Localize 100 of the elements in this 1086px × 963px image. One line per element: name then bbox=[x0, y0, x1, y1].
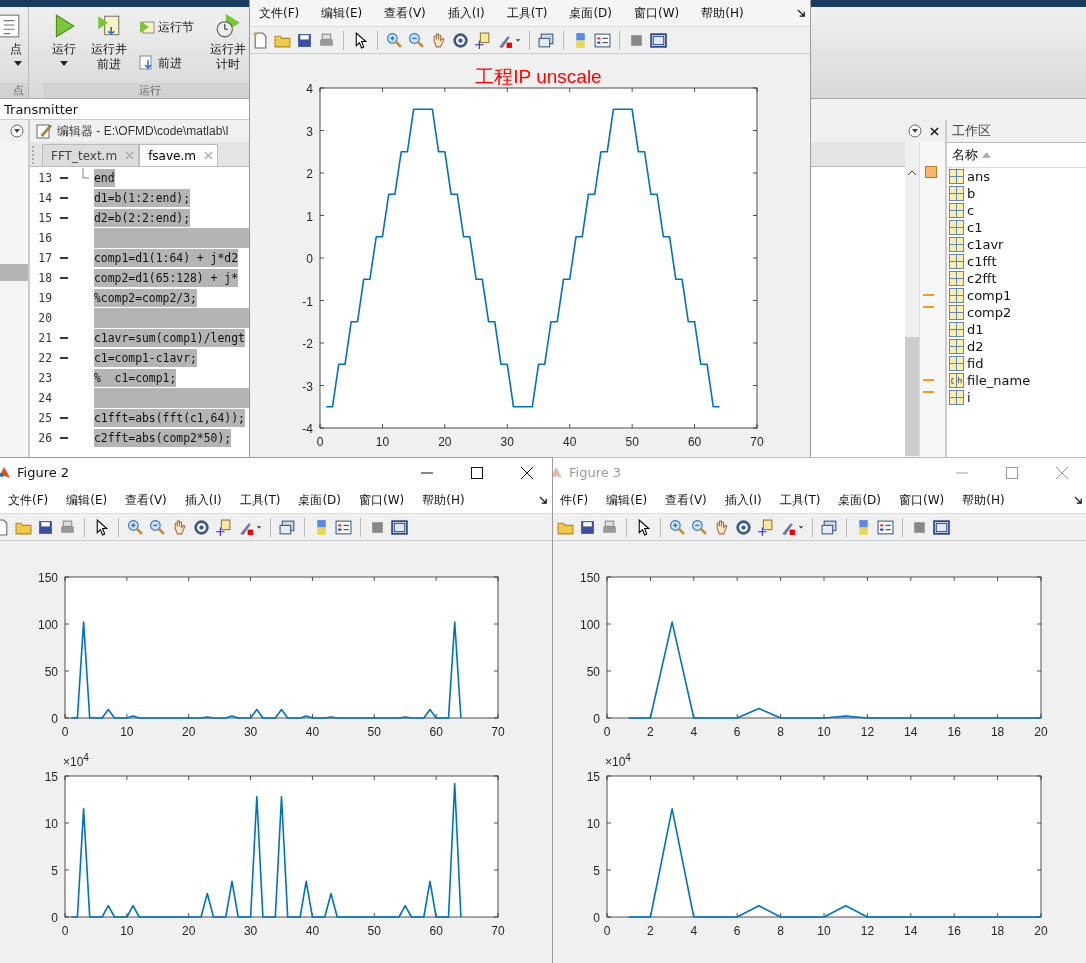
tick-label: 60 bbox=[687, 435, 702, 449]
zoom-out-icon[interactable] bbox=[408, 31, 425, 49]
dock-arrow-icon[interactable] bbox=[797, 8, 806, 18]
menu-item[interactable]: 帮助(H) bbox=[692, 4, 744, 22]
zoom-in-icon[interactable] bbox=[386, 31, 403, 49]
sort-icon[interactable] bbox=[982, 152, 991, 158]
link-icon[interactable] bbox=[538, 31, 555, 49]
scroll-up-icon[interactable] bbox=[908, 170, 916, 175]
data-cursor-icon[interactable] bbox=[215, 518, 232, 536]
ribbon-button[interactable]: 点 bbox=[0, 9, 22, 66]
close-icon[interactable] bbox=[930, 126, 939, 136]
tick-label: 60 bbox=[429, 924, 443, 938]
ribbon-button[interactable]: 运行 bbox=[49, 9, 80, 66]
warning-marker[interactable] bbox=[923, 379, 934, 381]
save-icon[interactable] bbox=[296, 31, 313, 49]
tick-label: 0 bbox=[61, 924, 69, 938]
menu-item[interactable]: 桌面(D) bbox=[560, 4, 612, 22]
legend-icon[interactable] bbox=[594, 31, 611, 49]
warning-marker[interactable] bbox=[923, 294, 934, 296]
warning-marker[interactable] bbox=[923, 391, 934, 393]
scrollbar-thumb[interactable] bbox=[905, 337, 919, 456]
menu-item[interactable]: 件(F) bbox=[551, 492, 598, 509]
link-icon[interactable] bbox=[279, 518, 296, 536]
file-tab[interactable]: fsave.m bbox=[139, 144, 218, 166]
menu-item[interactable]: 帮助(H) bbox=[413, 492, 474, 509]
tick-label: 150 bbox=[579, 571, 600, 585]
variable-name[interactable]: comp2 bbox=[967, 305, 1012, 320]
rotate-icon[interactable] bbox=[735, 518, 752, 536]
panel-menu-icon[interactable] bbox=[908, 124, 922, 138]
variable-name[interactable]: d2 bbox=[967, 339, 984, 354]
variable-name[interactable]: c1fft bbox=[967, 254, 997, 269]
menu-item[interactable]: 编辑(E) bbox=[57, 492, 117, 509]
variable-name[interactable]: d1 bbox=[967, 322, 984, 337]
tick-label: 60 bbox=[429, 725, 443, 739]
data-cursor-icon[interactable] bbox=[757, 518, 774, 536]
variable-name[interactable]: c1 bbox=[967, 220, 983, 235]
tick-label: 3 bbox=[306, 124, 313, 139]
variable-name[interactable]: fid bbox=[967, 356, 984, 371]
tick-label: 6 bbox=[733, 924, 741, 938]
ribbon-button[interactable]: 运行节 bbox=[139, 19, 199, 35]
variable-name[interactable]: c2fft bbox=[967, 271, 997, 286]
ribbon-button[interactable]: 前进 bbox=[139, 55, 199, 71]
menu-item[interactable]: 插入(I) bbox=[175, 492, 231, 509]
menu-item[interactable]: 插入(I) bbox=[715, 492, 771, 509]
menu-item[interactable]: 工具(T) bbox=[770, 492, 830, 509]
menu-item[interactable]: 工具(T) bbox=[497, 4, 548, 22]
menu-item[interactable]: 查看(V) bbox=[116, 492, 176, 509]
menu-item[interactable]: 插入(I) bbox=[438, 4, 485, 22]
menu-item[interactable]: 桌面(D) bbox=[289, 492, 350, 509]
menu-item[interactable]: 窗口(W) bbox=[625, 4, 680, 22]
dock-arrow-icon[interactable] bbox=[539, 496, 548, 505]
legend-icon[interactable] bbox=[335, 518, 352, 536]
menu-item[interactable]: 查看(V) bbox=[375, 4, 426, 22]
print-icon[interactable] bbox=[601, 518, 618, 536]
menu-item[interactable]: 帮助(H) bbox=[953, 492, 1014, 509]
zoom-out-icon[interactable] bbox=[691, 518, 708, 536]
close-icon[interactable] bbox=[521, 466, 533, 479]
dock-arrow-icon[interactable] bbox=[1074, 496, 1083, 505]
menu-item[interactable]: 查看(V) bbox=[656, 492, 716, 509]
warning-marker[interactable] bbox=[923, 306, 934, 308]
line-number: 17 bbox=[37, 251, 52, 265]
variable-name[interactable]: file_name bbox=[967, 373, 1031, 388]
panel-icon[interactable] bbox=[933, 518, 950, 536]
rotate-icon[interactable] bbox=[193, 518, 210, 536]
menu-item[interactable]: 文件(F) bbox=[0, 492, 58, 509]
data-cursor-icon[interactable] bbox=[474, 31, 491, 49]
column-header[interactable]: 名称 bbox=[952, 146, 978, 164]
new-file-icon[interactable] bbox=[252, 31, 269, 49]
file-tab[interactable]: FFT_text.m bbox=[42, 144, 140, 166]
zoom-out-icon[interactable] bbox=[149, 518, 166, 536]
variable-name[interactable]: c bbox=[967, 203, 975, 218]
panel-icon[interactable] bbox=[391, 518, 408, 536]
variable-name[interactable]: b bbox=[967, 186, 976, 201]
tick-label: 30 bbox=[500, 435, 514, 449]
menu-item[interactable]: 窗口(W) bbox=[350, 492, 414, 509]
variable-name[interactable]: i bbox=[967, 390, 971, 405]
variable-name[interactable]: ans bbox=[967, 169, 990, 184]
save-icon[interactable] bbox=[37, 518, 54, 536]
panel-icon[interactable] bbox=[650, 31, 667, 49]
legend-icon[interactable] bbox=[877, 518, 894, 536]
menu-item[interactable]: 文件(F) bbox=[250, 4, 300, 22]
ribbon-button[interactable]: 运行并前进 bbox=[87, 9, 131, 72]
print-icon[interactable] bbox=[318, 31, 335, 49]
link-icon[interactable] bbox=[821, 518, 838, 536]
variable-name[interactable]: c1avr bbox=[967, 237, 1004, 252]
zoom-in-icon[interactable] bbox=[669, 518, 686, 536]
line-number: 14 bbox=[37, 191, 52, 205]
maximize-icon[interactable] bbox=[471, 466, 483, 479]
menu-item[interactable]: 编辑(E) bbox=[597, 492, 657, 509]
address-bar[interactable]: Transmitter bbox=[0, 99, 249, 120]
menu-item[interactable]: 桌面(D) bbox=[829, 492, 890, 509]
panel-menu-icon[interactable] bbox=[10, 124, 24, 138]
variable-name[interactable]: comp1 bbox=[967, 288, 1012, 303]
menu-item[interactable]: 工具(T) bbox=[230, 492, 290, 509]
save-icon[interactable] bbox=[579, 518, 596, 536]
print-icon[interactable] bbox=[59, 518, 76, 536]
zoom-in-icon[interactable] bbox=[127, 518, 144, 536]
menu-item[interactable]: 编辑(E) bbox=[312, 4, 363, 22]
rotate-icon[interactable] bbox=[452, 31, 469, 49]
menu-item[interactable]: 窗口(W) bbox=[890, 492, 954, 509]
